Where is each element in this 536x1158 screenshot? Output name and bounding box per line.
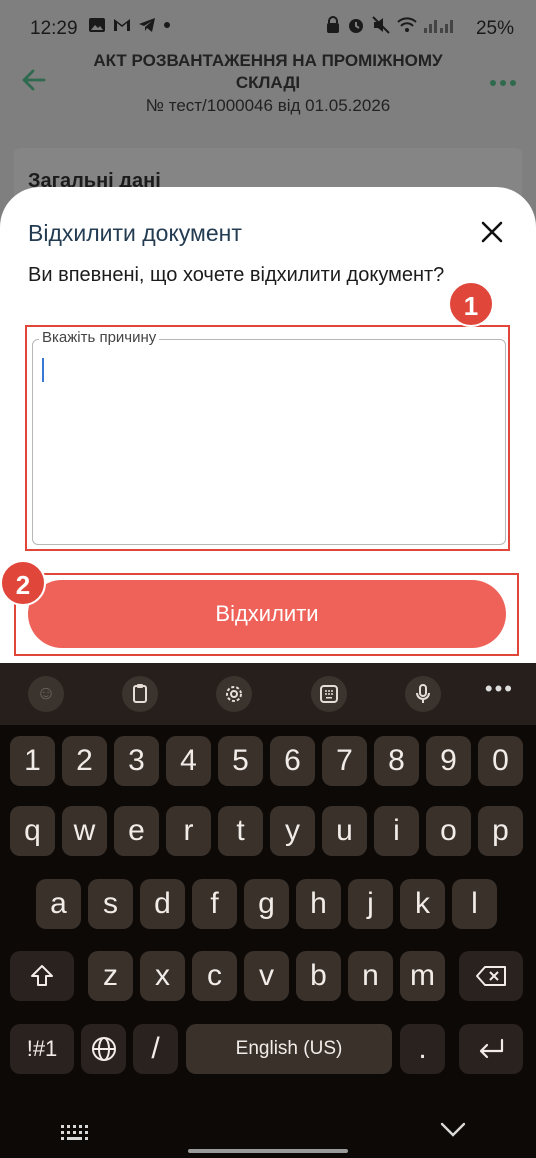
- microphone-icon[interactable]: [405, 676, 441, 712]
- key-2[interactable]: 2: [62, 736, 107, 786]
- shift-key[interactable]: [10, 951, 74, 1001]
- app-header: АКТ РОЗВАНТАЖЕННЯ НА ПРОМІЖНОМУ СКЛАДІ №…: [0, 44, 536, 126]
- signal-icon: [424, 20, 453, 33]
- key-d[interactable]: d: [140, 879, 185, 929]
- dialog-title: Відхилити документ: [28, 220, 242, 246]
- keyboard-toolbar: ☺ •••: [0, 663, 536, 725]
- key-b[interactable]: b: [296, 951, 341, 1001]
- key-z[interactable]: z: [88, 951, 133, 1001]
- mute-icon: [372, 16, 390, 34]
- enter-icon: [479, 1038, 504, 1059]
- key-o[interactable]: o: [426, 806, 471, 856]
- emoji-icon[interactable]: ☺: [28, 676, 64, 712]
- dialog-question: Ви впевнені, що хочете відхилити докумен…: [28, 264, 445, 286]
- language-key[interactable]: [81, 1024, 126, 1074]
- status-time: 12:29: [30, 18, 78, 39]
- lock-icon: [327, 16, 339, 33]
- more-options-icon[interactable]: [490, 80, 516, 88]
- battery-level: 25%: [475, 18, 514, 39]
- key-h[interactable]: h: [296, 879, 341, 929]
- key-n[interactable]: n: [348, 951, 393, 1001]
- telegram-icon: [139, 18, 155, 32]
- dot-icon: [164, 22, 170, 28]
- key-k[interactable]: k: [400, 879, 445, 929]
- enter-key[interactable]: [459, 1024, 523, 1074]
- key-w[interactable]: w: [62, 806, 107, 856]
- key-8[interactable]: 8: [374, 736, 419, 786]
- period-key[interactable]: .: [400, 1024, 445, 1074]
- keyboard-grid-icon[interactable]: [60, 1123, 90, 1145]
- key-i[interactable]: i: [374, 806, 419, 856]
- key-u[interactable]: u: [322, 806, 367, 856]
- globe-icon: [91, 1037, 116, 1061]
- key-7[interactable]: 7: [322, 736, 367, 786]
- document-number: № тест/1000046 від 01.05.2026: [145, 96, 391, 115]
- symbols-key[interactable]: !#1: [10, 1024, 74, 1074]
- settings-icon[interactable]: [216, 676, 252, 712]
- notification-icons: [88, 17, 172, 33]
- hide-keyboard-chevron-icon[interactable]: [440, 1121, 466, 1139]
- callout-badge-1: 1: [448, 281, 494, 327]
- backspace-key[interactable]: [459, 951, 523, 1001]
- title-line-2: СКЛАДІ: [235, 73, 301, 92]
- key-c[interactable]: c: [192, 951, 237, 1001]
- callout-box-2: [14, 573, 519, 656]
- key-9[interactable]: 9: [426, 736, 471, 786]
- shift-icon: [31, 965, 53, 986]
- key-0[interactable]: 0: [478, 736, 523, 786]
- keypad-icon[interactable]: [311, 676, 347, 712]
- backspace-icon: [476, 966, 506, 986]
- page-title: АКТ РОЗВАНТАЖЕННЯ НА ПРОМІЖНОМУ СКЛАДІ №…: [60, 50, 476, 118]
- key-6[interactable]: 6: [270, 736, 315, 786]
- space-key[interactable]: English (US): [186, 1024, 392, 1074]
- gmail-icon: [114, 19, 130, 31]
- slash-key[interactable]: /: [133, 1024, 178, 1074]
- callout-badge-2: 2: [0, 560, 46, 606]
- gallery-icon: [89, 18, 105, 32]
- key-f[interactable]: f: [192, 879, 237, 929]
- key-5[interactable]: 5: [218, 736, 263, 786]
- key-1[interactable]: 1: [10, 736, 55, 786]
- key-4[interactable]: 4: [166, 736, 211, 786]
- callout-box-1: [25, 325, 510, 551]
- key-g[interactable]: g: [244, 879, 289, 929]
- key-j[interactable]: j: [348, 879, 393, 929]
- key-r[interactable]: r: [166, 806, 211, 856]
- title-line-1: АКТ РОЗВАНТАЖЕННЯ НА ПРОМІЖНОМУ: [93, 51, 443, 70]
- key-y[interactable]: y: [270, 806, 315, 856]
- key-l[interactable]: l: [452, 879, 497, 929]
- gesture-handle: [188, 1149, 348, 1153]
- key-s[interactable]: s: [88, 879, 133, 929]
- key-p[interactable]: p: [478, 806, 523, 856]
- key-q[interactable]: q: [10, 806, 55, 856]
- key-x[interactable]: x: [140, 951, 185, 1001]
- system-icons: [326, 16, 454, 34]
- clipboard-icon[interactable]: [122, 676, 158, 712]
- reject-dialog: Відхилити документ Ви впевнені, що хочет…: [0, 187, 536, 663]
- key-3[interactable]: 3: [114, 736, 159, 786]
- navigation-bar: [0, 1111, 536, 1158]
- more-icon[interactable]: •••: [485, 678, 514, 700]
- close-icon[interactable]: [480, 220, 504, 244]
- key-v[interactable]: v: [244, 951, 289, 1001]
- key-m[interactable]: m: [400, 951, 445, 1001]
- wifi-icon: [397, 17, 417, 32]
- soft-keyboard: ☺ ••• 1 2 3 4 5 6 7 8 9 0 q w e r t y u …: [0, 663, 536, 1158]
- key-a[interactable]: a: [36, 879, 81, 929]
- alarm-icon: [349, 19, 363, 33]
- key-e[interactable]: e: [114, 806, 159, 856]
- key-t[interactable]: t: [218, 806, 263, 856]
- back-arrow-icon[interactable]: [20, 66, 48, 94]
- status-bar: 12:29 25%: [0, 0, 536, 44]
